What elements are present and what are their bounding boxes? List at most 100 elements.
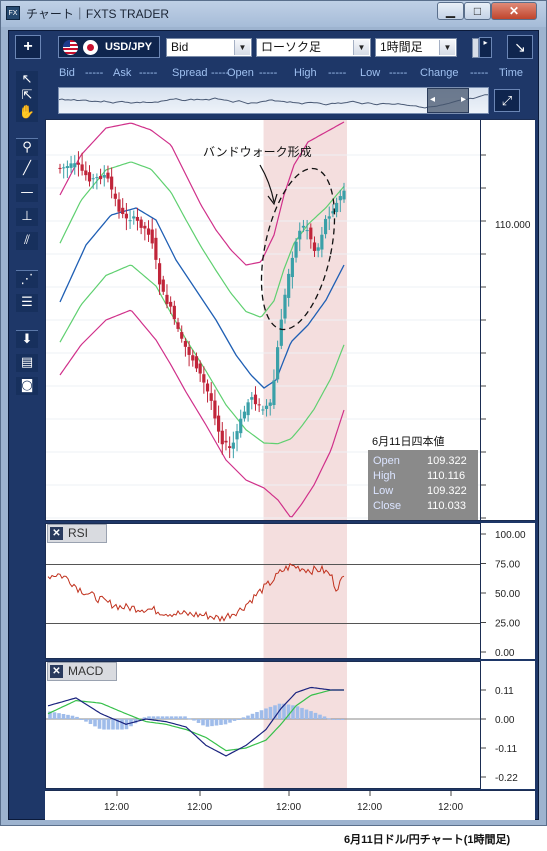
currency-pair-button[interactable]: USD/JPY: [58, 36, 160, 58]
band-walk-annotation: バンドウォーク形成: [203, 145, 312, 159]
candle: [135, 207, 140, 231]
time-tick-label: 12:00: [104, 802, 129, 813]
crosshair-pointer-icon[interactable]: ⇱: [16, 87, 38, 105]
rsi-tick-label: 25.00: [495, 619, 520, 630]
macd-histogram-bar: [205, 719, 210, 727]
add-chart-button[interactable]: +: [15, 35, 41, 59]
price-axis: 110.000: [481, 119, 535, 521]
candle: [246, 399, 250, 422]
candle: [95, 173, 99, 190]
macd-histogram-bar: [151, 716, 156, 719]
trend-line-icon[interactable]: ╱: [16, 160, 38, 178]
ohlc-low-label: Low: [373, 485, 394, 497]
macd-histogram-bar: [196, 719, 201, 723]
candle: [216, 405, 221, 443]
toolbar-flag-button[interactable]: ▸: [479, 37, 492, 58]
list-icon[interactable]: ▤: [16, 354, 38, 372]
macd-tick-label: -0.11: [495, 744, 517, 755]
candle: [180, 325, 184, 343]
candle: [161, 275, 165, 295]
macd-histogram-bar: [88, 719, 93, 725]
macd-histogram-bar: [295, 706, 300, 719]
macd-histogram-bar: [214, 719, 219, 726]
camera-icon[interactable]: ◙: [16, 377, 38, 395]
candle: [113, 186, 117, 207]
close-macd-icon[interactable]: ✕: [50, 665, 63, 678]
macd-histogram-bar: [201, 719, 205, 726]
macd-histogram-bar: [187, 718, 192, 720]
rsi-chart: [46, 524, 480, 658]
zoom-fit-button[interactable]: ⤢: [494, 89, 520, 112]
quote-value-open: -----: [259, 67, 278, 79]
quote-label-open: Open: [227, 67, 254, 79]
macd-histogram-bar: [66, 714, 70, 719]
timeframe-select[interactable]: 1時間足 ▼: [375, 38, 457, 57]
timeframe-value: 1時間足: [380, 40, 423, 54]
chart-type-select[interactable]: ローソク足 ▼: [256, 38, 371, 57]
macd-histogram-bar: [223, 719, 228, 725]
candle: [73, 155, 77, 175]
chevron-down-icon: ▼: [234, 40, 250, 55]
macd-histogram-bar: [183, 716, 187, 719]
rsi-axis: 100.00 75.00 50.00 25.00 0.00: [481, 523, 535, 659]
candle: [228, 436, 232, 459]
navigator-right-handle-icon[interactable]: ▸: [461, 94, 466, 105]
close-button[interactable]: ✕: [491, 2, 537, 20]
macd-histogram-bar: [106, 719, 111, 730]
pin-icon[interactable]: ⚲: [16, 138, 38, 156]
candle: [62, 163, 66, 179]
price-type-select[interactable]: Bid ▼: [166, 38, 252, 57]
candle: [220, 422, 224, 455]
candle: [194, 352, 199, 372]
toolbar-scroll-strip[interactable]: [472, 38, 479, 58]
macd-histogram-bar: [304, 709, 309, 719]
quote-label-ask: Ask: [113, 67, 132, 79]
navigator-left-handle-icon[interactable]: ◂: [430, 94, 435, 105]
candle: [106, 165, 110, 183]
minimize-button[interactable]: ▁: [437, 2, 464, 20]
download-icon[interactable]: ⬇: [16, 330, 38, 348]
candle: [121, 198, 125, 219]
macd-label[interactable]: ✕ MACD: [47, 662, 117, 681]
chart-navigator[interactable]: [58, 87, 489, 114]
quote-label-spread: Spread: [172, 67, 208, 79]
candle: [146, 220, 151, 242]
close-rsi-icon[interactable]: ✕: [50, 527, 63, 540]
macd-histogram-bar: [309, 711, 313, 719]
rsi-tick-label: 100.00: [495, 530, 526, 541]
expand-button[interactable]: ↘: [507, 35, 533, 59]
macd-histogram-bar: [52, 712, 57, 719]
maximize-button[interactable]: □: [464, 2, 491, 20]
candle: [231, 431, 235, 459]
macd-histogram-bar: [93, 719, 97, 727]
candle: [150, 218, 154, 249]
ohlc-open-label: Open: [373, 455, 400, 467]
quote-value-change: -----: [470, 67, 489, 79]
macd-histogram-bar: [165, 716, 169, 719]
hand-pan-icon[interactable]: ✋: [16, 104, 38, 122]
price-axis-label: 110.000: [495, 220, 531, 231]
navigator-preview: [58, 94, 488, 109]
channel-line-icon[interactable]: ⫽: [16, 232, 38, 250]
fibonacci-fan-icon[interactable]: ⋰: [16, 270, 38, 288]
quote-label-high: High: [294, 67, 317, 79]
rsi-pane[interactable]: [45, 523, 481, 659]
candle: [124, 203, 128, 231]
quote-label-change: Change: [420, 67, 459, 79]
navigator-selection[interactable]: ◂ ▸: [427, 88, 469, 113]
rsi-label[interactable]: ✕ RSI: [47, 524, 107, 543]
vertical-line-icon[interactable]: ⊥: [16, 208, 38, 226]
currency-pair-label: USD/JPY: [105, 41, 153, 53]
candle: [58, 163, 62, 174]
candle: [235, 423, 239, 452]
macd-histogram-bar: [255, 712, 259, 719]
macd-tick-label: -0.22: [495, 773, 518, 784]
horizontal-line-icon[interactable]: —: [16, 184, 38, 202]
macd-histogram-bar: [120, 719, 124, 730]
fibonacci-levels-icon[interactable]: ☰: [16, 294, 38, 312]
macd-histogram-bar: [160, 716, 165, 719]
ohlc-high-label: High: [373, 470, 396, 482]
macd-histogram-bar: [75, 716, 79, 719]
candle: [257, 398, 261, 413]
highlight-region: [263, 524, 347, 658]
